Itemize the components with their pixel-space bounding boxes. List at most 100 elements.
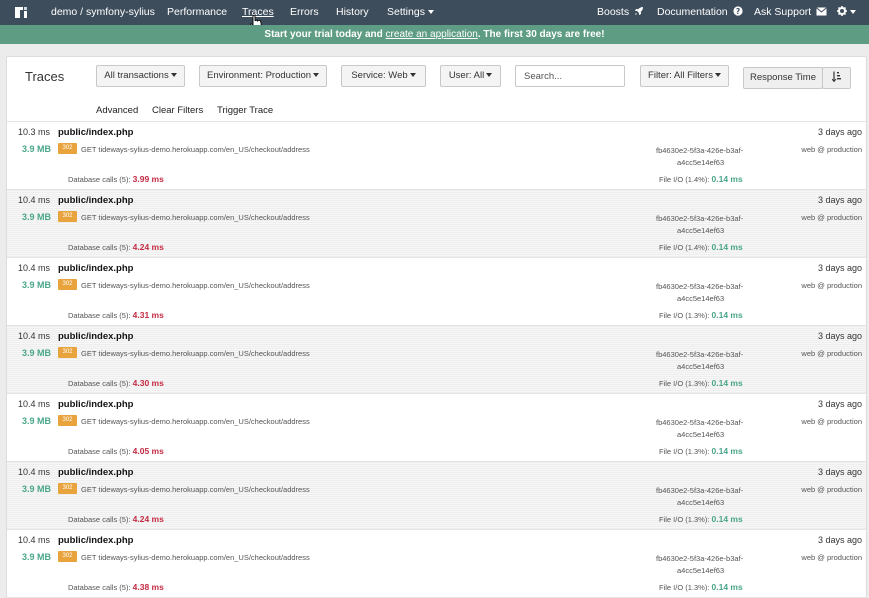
- file-io: File I/O (1.3%): 0.14 ms: [659, 582, 743, 592]
- trace-id-line-2: a4cc5e14ef63: [677, 294, 725, 303]
- trace-environment: web @ production: [801, 145, 862, 154]
- trace-path[interactable]: public/index.php: [58, 467, 133, 478]
- file-io-time: 0.14 ms: [711, 174, 743, 184]
- all-filters-dropdown[interactable]: Filter: All Filters: [640, 65, 729, 87]
- project-selector[interactable]: demo / symfony-sylius: [51, 6, 155, 18]
- trace-environment: web @ production: [801, 349, 862, 358]
- nav-history[interactable]: History: [336, 6, 369, 18]
- trace-id-line-1: fb4630e2-5f3a-426e-b3af-: [656, 350, 744, 359]
- clear-filters-link[interactable]: Clear Filters: [152, 105, 203, 116]
- nav-settings-label: Settings: [387, 6, 425, 18]
- trace-request: GET tideways-sylius-demo.herokuapp.com/e…: [81, 213, 310, 222]
- trace-duration: 10.4 ms: [18, 331, 51, 341]
- nav-settings[interactable]: Settings: [387, 6, 434, 18]
- trial-banner: Start your trial today and create an app…: [0, 25, 869, 44]
- status-badge: 302: [58, 415, 77, 426]
- user-settings-menu[interactable]: [837, 6, 856, 18]
- chevron-down-icon: [486, 73, 493, 77]
- trace-path[interactable]: public/index.php: [58, 399, 133, 410]
- database-calls: Database calls (5): 4.31 ms: [68, 310, 164, 320]
- database-calls-time: 4.05 ms: [132, 446, 164, 456]
- trace-path[interactable]: public/index.php: [58, 263, 133, 274]
- environment-filter-dropdown[interactable]: Environment: Production: [199, 65, 327, 87]
- transactions-filter-dropdown[interactable]: All transactions: [96, 65, 185, 87]
- trace-row[interactable]: 10.4 ms public/index.php 3 days ago 3.9 …: [7, 326, 866, 394]
- advanced-link[interactable]: Advanced: [96, 105, 138, 116]
- trace-id: fb4630e2-5f3a-426e-b3af-a4cc5e14ef63: [656, 349, 743, 373]
- trace-id: fb4630e2-5f3a-426e-b3af-a4cc5e14ef63: [656, 417, 743, 441]
- chevron-down-icon: [850, 10, 856, 14]
- trace-age: 3 days ago: [817, 195, 862, 205]
- sort-direction-button[interactable]: [822, 67, 851, 89]
- status-badge: 302: [58, 211, 77, 222]
- status-badge: 302: [58, 347, 77, 358]
- trace-id: fb4630e2-5f3a-426e-b3af-a4cc5e14ef63: [656, 213, 743, 237]
- nav-errors[interactable]: Errors: [290, 6, 319, 18]
- file-io-time: 0.14 ms: [711, 378, 743, 388]
- file-io: File I/O (1.4%): 0.14 ms: [659, 174, 743, 184]
- top-navbar: demo / symfony-sylius Performance Traces…: [0, 0, 869, 25]
- service-filter-dropdown[interactable]: Service: Web: [341, 65, 426, 87]
- traces-list: 10.3 ms public/index.php 3 days ago 3.9 …: [7, 121, 866, 598]
- trace-request: GET tideways-sylius-demo.herokuapp.com/e…: [81, 485, 310, 494]
- chevron-down-icon: [313, 73, 320, 77]
- rocket-icon: [635, 7, 644, 15]
- nav-boosts[interactable]: Boosts: [597, 6, 644, 18]
- trace-path[interactable]: public/index.php: [58, 535, 133, 546]
- trace-row[interactable]: 10.4 ms public/index.php 3 days ago 3.9 …: [7, 394, 866, 462]
- banner-text-suffix: . The first 30 days are free!: [477, 29, 605, 40]
- nav-documentation[interactable]: Documentation ?: [657, 6, 743, 18]
- trace-path[interactable]: public/index.php: [58, 331, 133, 342]
- trace-memory: 3.9 MB: [22, 212, 52, 222]
- chevron-down-icon: [409, 73, 416, 77]
- database-calls: Database calls (5): 4.30 ms: [68, 378, 164, 388]
- trace-age: 3 days ago: [817, 331, 862, 341]
- trace-memory: 3.9 MB: [22, 416, 52, 426]
- file-io: File I/O (1.4%): 0.14 ms: [659, 242, 743, 252]
- status-badge: 302: [58, 483, 77, 494]
- chevron-down-icon: [427, 10, 434, 14]
- all-filters-label: Filter: All Filters: [648, 70, 713, 81]
- database-calls-time: 4.24 ms: [132, 242, 164, 252]
- gear-icon: [837, 6, 847, 16]
- trace-duration: 10.4 ms: [18, 535, 51, 545]
- status-badge: 302: [58, 551, 77, 562]
- create-application-link[interactable]: create an application: [386, 29, 478, 40]
- traces-panel: Traces All transactions Environment: Pro…: [6, 56, 867, 598]
- file-io: File I/O (1.3%): 0.14 ms: [659, 310, 743, 320]
- trace-path[interactable]: public/index.php: [58, 127, 133, 138]
- trace-id-line-2: a4cc5e14ef63: [677, 498, 725, 507]
- trace-request: GET tideways-sylius-demo.herokuapp.com/e…: [81, 417, 310, 426]
- nav-ask-support[interactable]: Ask Support: [754, 6, 827, 18]
- user-filter-dropdown[interactable]: User: All: [440, 65, 501, 87]
- trace-age: 3 days ago: [817, 263, 862, 273]
- trace-environment: web @ production: [801, 417, 862, 426]
- tideways-logo-icon[interactable]: [14, 6, 28, 19]
- trace-request: GET tideways-sylius-demo.herokuapp.com/e…: [81, 349, 310, 358]
- file-io-label: File I/O (1.4%):: [659, 175, 710, 184]
- trace-path[interactable]: public/index.php: [58, 195, 133, 206]
- trace-row[interactable]: 10.4 ms public/index.php 3 days ago 3.9 …: [7, 462, 866, 530]
- trace-row[interactable]: 10.4 ms public/index.php 3 days ago 3.9 …: [7, 190, 866, 258]
- file-io-label: File I/O (1.3%):: [659, 379, 710, 388]
- trace-row[interactable]: 10.3 ms public/index.php 3 days ago 3.9 …: [7, 122, 866, 190]
- sort-response-time-button[interactable]: Response Time: [743, 67, 823, 89]
- trace-request: GET tideways-sylius-demo.herokuapp.com/e…: [81, 145, 310, 154]
- trace-id-line-2: a4cc5e14ef63: [677, 226, 725, 235]
- trace-environment: web @ production: [801, 213, 862, 222]
- trace-id-line-1: fb4630e2-5f3a-426e-b3af-: [656, 282, 744, 291]
- database-calls-label: Database calls (5):: [68, 515, 131, 524]
- trigger-trace-link[interactable]: Trigger Trace: [217, 105, 273, 116]
- chevron-down-icon: [170, 73, 177, 77]
- nav-performance[interactable]: Performance: [167, 6, 227, 18]
- trace-duration: 10.4 ms: [18, 195, 51, 205]
- database-calls-time: 3.99 ms: [132, 174, 164, 184]
- database-calls: Database calls (5): 4.05 ms: [68, 446, 164, 456]
- trace-id-line-2: a4cc5e14ef63: [677, 362, 725, 371]
- file-io-label: File I/O (1.4%):: [659, 243, 710, 252]
- search-input[interactable]: [515, 65, 625, 87]
- status-badge: 302: [58, 279, 77, 290]
- sort-amount-icon: [831, 71, 841, 83]
- database-calls: Database calls (5): 4.38 ms: [68, 582, 164, 592]
- trace-row[interactable]: 10.4 ms public/index.php 3 days ago 3.9 …: [7, 258, 866, 326]
